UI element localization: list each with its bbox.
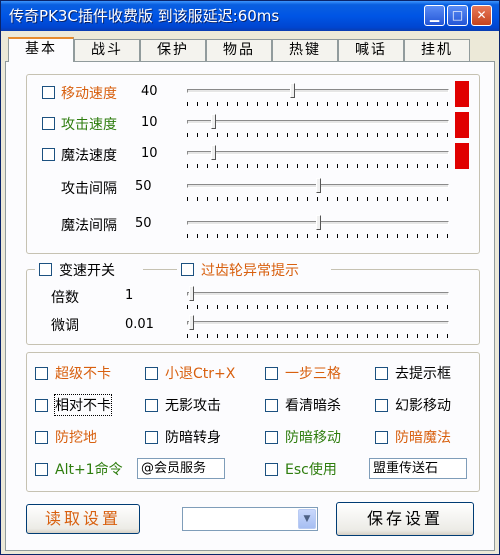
three-step-checkbox[interactable] xyxy=(265,367,278,380)
move-speed-track xyxy=(187,89,449,93)
shadow-attack-checkbox[interactable] xyxy=(145,399,158,412)
chevron-down-icon[interactable]: ▼ xyxy=(298,509,316,529)
magic-speed-ticks xyxy=(187,164,451,168)
magic-speed-checkbox[interactable] xyxy=(42,148,55,161)
move-speed-checkbox[interactable] xyxy=(42,86,55,99)
attack-speed-value: 10 xyxy=(141,115,158,130)
multiplier-label: 倍数 xyxy=(51,290,79,306)
title-bar[interactable]: 传奇PK3C插件收费版 到该服延迟:60ms ▁ □ ✕ xyxy=(1,1,499,31)
alt1-command-input[interactable]: @会员服务 xyxy=(137,458,225,479)
fine-tune-ticks xyxy=(187,334,451,338)
esc-item-input[interactable]: 盟重传送石 xyxy=(369,458,467,479)
magic-speed-label: 魔法速度 xyxy=(61,148,117,164)
attack-speed-checkbox[interactable] xyxy=(42,117,55,130)
shift-group: 变速开关 过齿轮异常提示 倍数 1 微调 0.01 xyxy=(26,259,480,345)
main-window: 传奇PK3C插件收费版 到该服延迟:60ms ▁ □ ✕ 基本 战斗 保护 物品… xyxy=(0,0,500,555)
three-step-label: 一步三格 xyxy=(285,366,341,382)
shift-toggle-label: 变速开关 xyxy=(59,263,115,279)
anti-dark-move-label: 防暗移动 xyxy=(285,430,341,446)
phantom-move-label: 幻影移动 xyxy=(395,398,451,414)
fine-tune-label: 微调 xyxy=(51,318,79,334)
maximize-button[interactable]: □ xyxy=(447,5,468,26)
config-combobox[interactable]: ▼ xyxy=(182,507,318,531)
relative-no-lag-label: 相对不卡 xyxy=(54,394,112,416)
attack-interval-ticks xyxy=(187,197,451,201)
phantom-move-checkbox[interactable] xyxy=(375,399,388,412)
magic-speed-indicator xyxy=(455,143,469,169)
anti-dark-turn-label: 防暗转身 xyxy=(165,430,221,446)
load-settings-button[interactable]: 读取设置 xyxy=(26,504,140,534)
magic-speed-slider[interactable] xyxy=(211,145,216,160)
relative-no-lag-checkbox[interactable] xyxy=(35,399,48,412)
multiplier-track xyxy=(187,292,449,296)
attack-interval-value: 50 xyxy=(135,179,152,194)
anti-dark-turn-checkbox[interactable] xyxy=(145,431,158,444)
esc-use-label: Esc使用 xyxy=(285,462,337,478)
esc-use-checkbox[interactable] xyxy=(265,463,278,476)
super-no-lag-checkbox[interactable] xyxy=(35,367,48,380)
attack-interval-slider[interactable] xyxy=(316,178,321,193)
tab-shout[interactable]: 喊话 xyxy=(338,39,404,61)
alt1-command-label: Alt+1命令 xyxy=(55,462,123,478)
see-stealth-checkbox[interactable] xyxy=(265,399,278,412)
move-speed-slider[interactable] xyxy=(290,83,295,98)
tab-basic[interactable]: 基本 xyxy=(8,37,74,62)
fine-tune-track xyxy=(187,321,449,325)
anti-dig-checkbox[interactable] xyxy=(35,431,48,444)
speed-group: 移动速度 40 攻击速度 10 魔法速度 10 攻击间隔 50 魔法间隔 50 xyxy=(26,74,480,254)
hide-prompt-checkbox[interactable] xyxy=(375,367,388,380)
anti-dark-magic-checkbox[interactable] xyxy=(375,431,388,444)
shadow-attack-label: 无影攻击 xyxy=(165,398,221,414)
attack-speed-ticks xyxy=(187,133,451,137)
quick-logout-checkbox[interactable] xyxy=(145,367,158,380)
magic-speed-track xyxy=(187,151,449,155)
tab-items[interactable]: 物品 xyxy=(206,39,272,61)
move-speed-label: 移动速度 xyxy=(61,86,117,102)
tab-panel-basic: 移动速度 40 攻击速度 10 魔法速度 10 攻击间隔 50 魔法间隔 50 … xyxy=(5,61,495,551)
shift-toggle-checkbox[interactable] xyxy=(39,263,52,276)
attack-speed-label: 攻击速度 xyxy=(61,117,117,133)
fine-tune-slider[interactable] xyxy=(189,315,194,330)
multiplier-ticks xyxy=(187,305,451,309)
attack-speed-track xyxy=(187,120,449,124)
fine-tune-value: 0.01 xyxy=(125,317,154,332)
close-button[interactable]: ✕ xyxy=(471,5,492,26)
alt1-command-checkbox[interactable] xyxy=(35,463,48,476)
quick-logout-label: 小退Ctr+X xyxy=(165,366,236,382)
magic-interval-ticks xyxy=(187,234,451,238)
window-title: 传奇PK3C插件收费版 到该服延迟:60ms xyxy=(9,7,280,25)
multiplier-value: 1 xyxy=(125,288,134,303)
tab-combat[interactable]: 战斗 xyxy=(74,39,140,61)
magic-speed-value: 10 xyxy=(141,146,158,161)
options-group: 超级不卡 小退Ctr+X 一步三格 去提示框 相对不卡 无影攻击 看清暗杀 幻影… xyxy=(26,352,480,492)
super-no-lag-label: 超级不卡 xyxy=(55,366,111,382)
shift-toggle-legend: 变速开关 xyxy=(35,259,143,279)
gear-alert-label: 过齿轮异常提示 xyxy=(201,263,299,279)
magic-interval-value: 50 xyxy=(135,216,152,231)
tab-afk[interactable]: 挂机 xyxy=(404,39,470,61)
move-speed-value: 40 xyxy=(141,84,158,99)
minimize-button[interactable]: ▁ xyxy=(424,5,445,26)
see-stealth-label: 看清暗杀 xyxy=(285,398,341,414)
attack-interval-label: 攻击间隔 xyxy=(61,181,117,197)
gear-alert-legend: 过齿轮异常提示 xyxy=(177,259,331,279)
hide-prompt-label: 去提示框 xyxy=(395,366,451,382)
tab-hotkeys[interactable]: 热键 xyxy=(272,39,338,61)
anti-dig-label: 防挖地 xyxy=(55,430,97,446)
attack-speed-indicator xyxy=(455,112,469,138)
magic-interval-label: 魔法间隔 xyxy=(61,218,117,234)
save-settings-button[interactable]: 保存设置 xyxy=(336,502,474,536)
anti-dark-move-checkbox[interactable] xyxy=(265,431,278,444)
move-speed-ticks xyxy=(187,102,451,106)
multiplier-slider[interactable] xyxy=(189,286,194,301)
move-speed-indicator xyxy=(455,81,469,107)
anti-dark-magic-label: 防暗魔法 xyxy=(395,430,451,446)
tab-protect[interactable]: 保护 xyxy=(140,39,206,61)
magic-interval-slider[interactable] xyxy=(316,215,321,230)
gear-alert-checkbox[interactable] xyxy=(181,263,194,276)
attack-speed-slider[interactable] xyxy=(211,114,216,129)
